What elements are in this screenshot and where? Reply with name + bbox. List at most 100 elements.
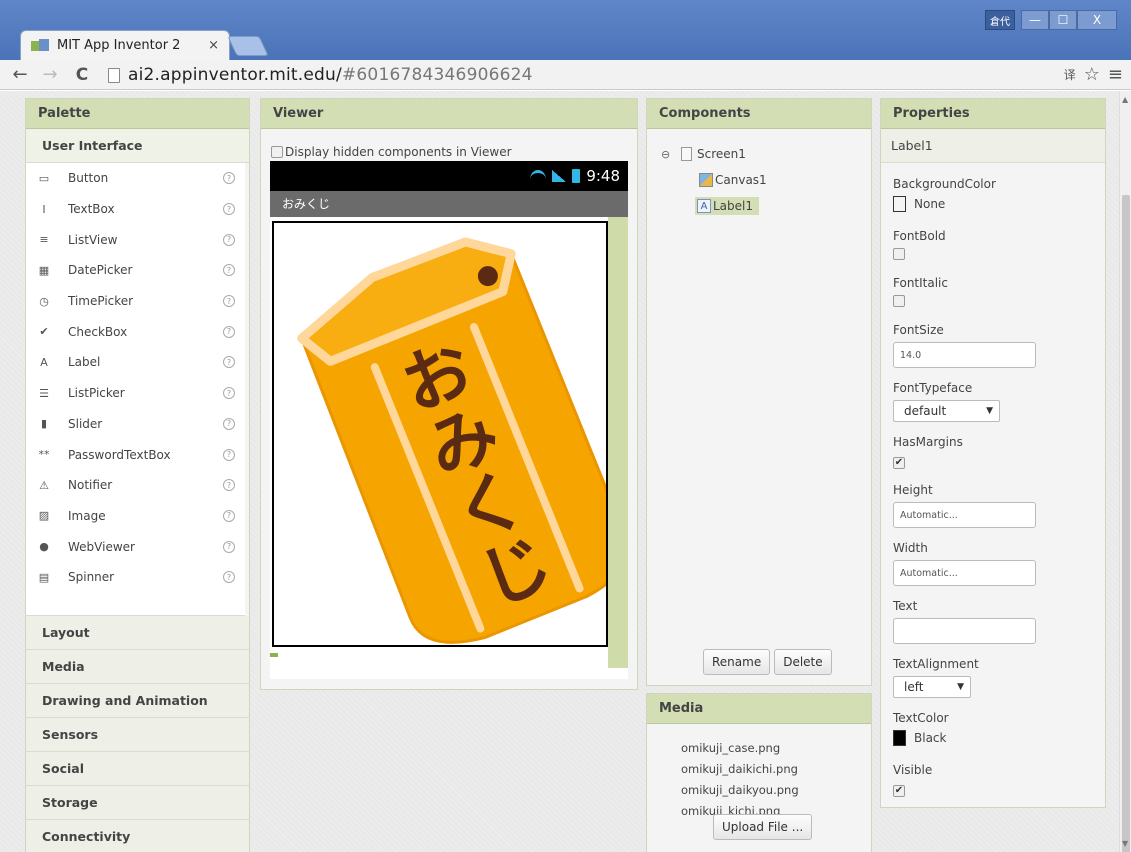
palette-category-storage[interactable]: Storage <box>26 786 249 820</box>
visible-checkbox[interactable]: ✔ <box>893 784 905 797</box>
collapse-icon[interactable]: ⊖ <box>661 148 671 161</box>
palette-item-passwordtextbox[interactable]: ** PasswordTextBox? <box>26 439 245 470</box>
ime-indicator[interactable]: 倉代 <box>985 10 1015 30</box>
prop-label: Width <box>893 541 928 555</box>
help-icon[interactable]: ? <box>223 356 235 369</box>
palette-item-listpicker[interactable]: ☰ ListPicker? <box>26 378 245 409</box>
palette-category-layout[interactable]: Layout <box>26 616 249 650</box>
delete-button[interactable]: Delete <box>774 649 832 675</box>
canvas1[interactable]: お み く じ <box>272 221 608 647</box>
close-window-button[interactable]: X <box>1077 10 1117 30</box>
palette-item-datepicker[interactable]: ▦ DatePicker? <box>26 255 245 286</box>
palette-item-label: Image <box>68 508 106 523</box>
height-input[interactable]: Automatic... <box>893 502 1036 528</box>
palette-category-social[interactable]: Social <box>26 752 249 786</box>
palette-item-label: WebViewer <box>68 539 135 554</box>
help-icon[interactable]: ? <box>223 448 235 461</box>
rename-button[interactable]: Rename <box>703 649 771 675</box>
font-italic-checkbox[interactable] <box>893 295 905 307</box>
help-icon[interactable]: ? <box>223 479 235 492</box>
app-title-bar: おみくじ <box>270 191 628 217</box>
bookmark-star-icon[interactable]: ☆ <box>1084 64 1100 85</box>
slider-icon: ▮ <box>40 417 48 431</box>
app-inventor-designer: Palette User Interface ▭ Button? I TextBox?… <box>0 91 1131 852</box>
palette-item-label[interactable]: A Label? <box>26 347 245 378</box>
media-file[interactable]: omikuji_daikyou.png <box>681 780 799 801</box>
media-file-list: omikuji_case.png omikuji_daikichi.png omik… <box>681 738 799 822</box>
prop-text: Text <box>893 599 1036 644</box>
text-color-picker[interactable]: Black <box>893 730 949 746</box>
label1-preview[interactable] <box>270 653 278 657</box>
width-input[interactable]: Automatic... <box>893 560 1036 586</box>
screen1-body[interactable]: お み く じ <box>270 217 628 679</box>
media-file[interactable]: omikuji_daikichi.png <box>681 759 799 780</box>
browser-menu-icon[interactable]: ≡ <box>1108 64 1123 85</box>
new-tab-button[interactable] <box>227 36 269 56</box>
palette-item-label: TextBox <box>68 202 115 217</box>
checkbox-box[interactable] <box>271 146 283 158</box>
text-input[interactable] <box>893 618 1036 644</box>
palette-item-notifier[interactable]: ⚠ Notifier? <box>26 470 245 501</box>
palette-category-drawing-and-animation[interactable]: Drawing and Animation <box>26 684 249 718</box>
prop-font-size: FontSize 14.0 <box>893 323 1036 368</box>
selected-component[interactable]: A Label1 <box>695 197 760 215</box>
font-typeface-select[interactable]: default ▼ <box>893 400 1000 422</box>
palette-category-user-interface[interactable]: User Interface <box>26 129 249 163</box>
tree-item-label1[interactable]: A Label1 <box>661 193 767 219</box>
font-bold-checkbox[interactable] <box>893 248 905 260</box>
prop-label: FontItalic <box>893 276 948 290</box>
palette-item-timepicker[interactable]: ◷ TimePicker? <box>26 286 245 317</box>
media-file[interactable]: omikuji_case.png <box>681 738 799 759</box>
has-margins-checkbox[interactable]: ✔ <box>893 456 905 469</box>
palette-item-checkbox[interactable]: ✔ CheckBox? <box>26 316 245 347</box>
palette-item-spinner[interactable]: ▤ Spinner? <box>26 562 245 593</box>
palette-item-button[interactable]: ▭ Button? <box>26 163 245 194</box>
passwordtextbox-icon: ** <box>38 448 50 462</box>
palette-category-media[interactable]: Media <box>26 650 249 684</box>
reload-button[interactable]: C <box>70 65 94 85</box>
help-icon[interactable]: ? <box>223 540 235 553</box>
browser-tab[interactable]: MIT App Inventor 2 × <box>20 30 230 60</box>
help-icon[interactable]: ? <box>223 233 235 246</box>
prop-background-color: BackgroundColor None <box>893 177 996 212</box>
help-icon[interactable]: ? <box>223 203 235 216</box>
help-icon[interactable]: ? <box>223 417 235 430</box>
help-icon[interactable]: ? <box>223 571 235 584</box>
help-icon[interactable]: ? <box>223 325 235 338</box>
page-scrollbar[interactable]: ▲ ▼ <box>1119 91 1131 852</box>
background-color-picker[interactable]: None <box>893 196 996 212</box>
display-hidden-checkbox[interactable]: Display hidden components in Viewer <box>271 145 512 159</box>
back-button[interactable]: ← <box>8 64 32 85</box>
help-icon[interactable]: ? <box>223 172 235 185</box>
prop-label: TextColor <box>893 711 949 725</box>
timepicker-icon: ◷ <box>39 294 49 308</box>
scroll-down-icon[interactable]: ▼ <box>1122 839 1128 848</box>
scroll-up-icon[interactable]: ▲ <box>1122 95 1128 104</box>
tab-close-icon[interactable]: × <box>208 38 219 53</box>
palette-category-sensors[interactable]: Sensors <box>26 718 249 752</box>
prop-font-italic: FontItalic <box>893 276 948 310</box>
minimize-button[interactable]: — <box>1021 10 1049 30</box>
palette-item-image[interactable]: ▨ Image? <box>26 501 245 532</box>
palette-item-listview[interactable]: ≡ ListView? <box>26 224 245 255</box>
text-alignment-select[interactable]: left ▼ <box>893 676 971 698</box>
palette-category-connectivity[interactable]: Connectivity <box>26 820 249 852</box>
tree-item-screen1[interactable]: ⊖ Screen1 <box>661 141 767 167</box>
maximize-button[interactable]: ☐ <box>1049 10 1077 30</box>
url-field[interactable]: ai2.appinventor.mit.edu/#601678434690662… <box>108 63 1068 87</box>
font-size-input[interactable]: 14.0 <box>893 342 1036 368</box>
palette-item-slider[interactable]: ▮ Slider? <box>26 409 245 440</box>
palette-item-webviewer[interactable]: ● WebViewer? <box>26 531 245 562</box>
upload-file-button[interactable]: Upload File ... <box>713 814 813 840</box>
help-icon[interactable]: ? <box>223 264 235 277</box>
help-icon[interactable]: ? <box>223 509 235 522</box>
translate-icon[interactable]: 译 <box>1064 66 1076 83</box>
help-icon[interactable]: ? <box>223 295 235 308</box>
help-icon[interactable]: ? <box>223 387 235 400</box>
palette-item-textbox[interactable]: I TextBox? <box>26 194 245 225</box>
tree-item-canvas1[interactable]: Canvas1 <box>661 167 767 193</box>
forward-button[interactable]: → <box>38 64 62 85</box>
prop-text-color: TextColor Black <box>893 711 949 746</box>
palette-item-label: PasswordTextBox <box>68 447 171 462</box>
scrollbar-thumb[interactable] <box>1122 195 1130 852</box>
